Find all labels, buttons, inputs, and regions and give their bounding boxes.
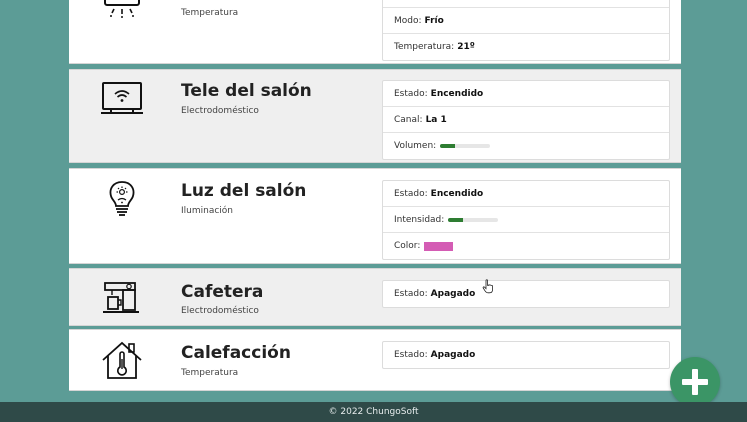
property-state: Estado: Encendido [383, 181, 669, 207]
device-card-luz[interactable]: Luz del salón Iluminación Estado: Encend… [69, 168, 681, 264]
footer-text: © 2022 ChungoSoft [328, 407, 419, 417]
intensity-bar [448, 217, 499, 222]
property-label: Estado: [394, 289, 428, 299]
light-bulb-icon [99, 177, 145, 223]
property-label: Estado: [394, 88, 428, 99]
house-thermometer-icon [99, 338, 145, 384]
property-label: Estado: [394, 350, 428, 360]
device-card-tele[interactable]: Tele del salón Electrodoméstico Estado: … [69, 69, 681, 163]
property-value: Encendido [430, 188, 484, 199]
property-label: Canal: [394, 114, 423, 125]
property-value: Apagado [430, 289, 476, 299]
device-properties: Modo: Frío Temperatura: 21º [382, 0, 670, 61]
device-type: Electrodoméstico [181, 306, 259, 316]
device-card-cafetera[interactable]: Cafetera Electrodoméstico Estado: Apagad… [69, 268, 681, 326]
hand-pointer-icon [482, 279, 494, 294]
property-intensity: Intensidad: [383, 207, 669, 233]
property-temperature: Temperatura: 21º [383, 34, 669, 60]
property-value: Encendido [430, 88, 484, 99]
device-name: Cafetera [181, 282, 264, 302]
color-swatch [424, 241, 454, 251]
property-label: Estado: [394, 188, 428, 199]
coffee-maker-icon [99, 275, 145, 321]
property-state: Estado: Apagado [383, 281, 669, 307]
property-value: Frío [424, 15, 444, 26]
device-name: Calefacción [181, 343, 291, 363]
device-properties: Estado: Encendido Intensidad: Color: [382, 180, 670, 260]
property-value: 21º [457, 42, 475, 52]
property-state: Estado: Apagado [383, 342, 669, 368]
property-label: Volumen: [394, 141, 437, 151]
volume-bar [440, 144, 491, 148]
property-row [383, 0, 669, 8]
plus-icon [682, 369, 708, 395]
device-card-aire[interactable]: Temperatura Modo: Frío Temperatura: 21º [69, 0, 681, 64]
property-label: Temperatura: [394, 42, 455, 52]
property-label: Color: [394, 241, 421, 251]
property-mode: Modo: Frío [383, 8, 669, 34]
device-type: Electrodoméstico [181, 106, 259, 116]
device-type: Iluminación [181, 206, 234, 216]
add-device-button[interactable] [670, 357, 720, 407]
device-name: Luz del salón [181, 181, 307, 201]
air-conditioner-icon [99, 0, 145, 33]
property-channel: Canal: La 1 [383, 107, 669, 133]
property-value: La 1 [425, 114, 447, 125]
device-properties: Estado: Encendido Canal: La 1 Volumen: [382, 80, 670, 160]
footer: © 2022 ChungoSoft [0, 402, 747, 422]
device-name: Tele del salón [181, 81, 312, 101]
property-label: Modo: [394, 15, 422, 26]
television-icon [99, 77, 145, 123]
device-card-calefaccion[interactable]: Calefacción Temperatura Estado: Apagado [69, 329, 681, 391]
property-value: Apagado [430, 350, 476, 360]
device-properties: Estado: Apagado [382, 280, 670, 308]
property-volume: Volumen: [383, 133, 669, 159]
device-properties: Estado: Apagado [382, 341, 670, 369]
property-color: Color: [383, 233, 669, 259]
device-type: Temperatura [181, 368, 239, 378]
property-label: Intensidad: [394, 214, 445, 225]
device-type: Temperatura [181, 8, 239, 18]
property-state: Estado: Encendido [383, 81, 669, 107]
